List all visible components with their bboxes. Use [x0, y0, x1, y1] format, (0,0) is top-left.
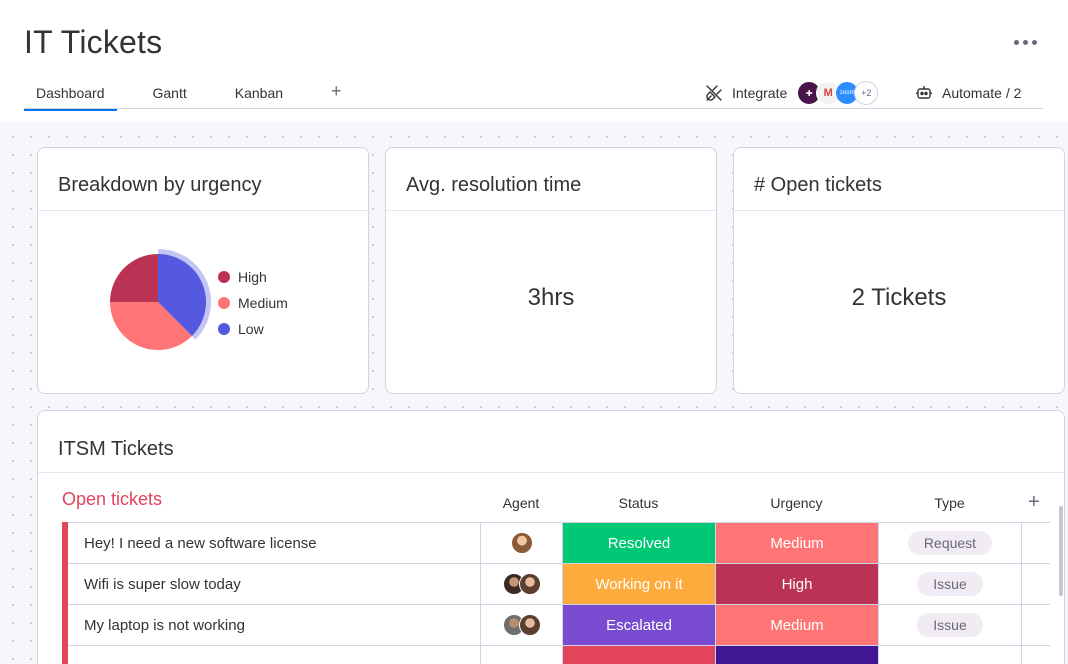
view-tabs: Dashboard Gantt Kanban + — [24, 78, 378, 111]
ticket-name[interactable]: Wifi is super slow today — [68, 564, 480, 604]
agent-cell[interactable] — [480, 523, 562, 563]
type-badge: Request — [907, 531, 993, 555]
integration-apps: ✚ M zoom +2 — [797, 81, 879, 105]
dot-icon — [1013, 39, 1019, 45]
robot-icon — [916, 86, 932, 99]
resolution-time-value: 3hrs — [527, 284, 575, 311]
legend-label: Low — [238, 321, 264, 337]
status-cell[interactable]: Escalated — [562, 605, 715, 645]
ticket-name[interactable]: My laptop is not working — [68, 605, 480, 645]
type-cell[interactable]: Issue — [878, 605, 1021, 645]
resolution-time-widget[interactable]: Avg. resolution time 3hrs — [385, 147, 717, 394]
avatar — [518, 614, 541, 636]
integrate-button[interactable]: Integrate ✚ M zoom +2 — [704, 80, 879, 106]
more-integrations-badge: +2 — [854, 81, 879, 105]
avatar — [510, 532, 533, 554]
legend-swatch — [218, 297, 230, 309]
urgency-pie-chart[interactable] — [98, 242, 218, 362]
urgency-cell[interactable]: Medium — [715, 523, 878, 563]
urgency-cell[interactable] — [715, 646, 878, 664]
widget-divider — [386, 210, 716, 211]
group-title[interactable]: Open tickets — [62, 489, 162, 510]
empty-cell — [1021, 523, 1050, 563]
type-badge: Issue — [917, 572, 983, 596]
widget-title: ITSM Tickets — [58, 438, 174, 460]
tab-gantt[interactable]: Gantt — [141, 78, 199, 110]
dot-icon — [1031, 39, 1037, 45]
ticket-name[interactable]: Hey! I need a new software license — [68, 523, 480, 563]
board-header: IT Tickets Dashboard Gantt Kanban + Inte… — [0, 0, 1068, 122]
more-options-button[interactable] — [1008, 30, 1042, 54]
dot-icon — [1022, 39, 1028, 45]
integrate-label: Integrate — [732, 85, 788, 101]
add-view-button[interactable]: + — [319, 78, 354, 111]
vertical-scrollbar[interactable] — [1059, 506, 1063, 596]
tab-dashboard[interactable]: Dashboard — [24, 78, 117, 111]
widget-divider — [38, 472, 1064, 473]
empty-cell — [1021, 646, 1050, 664]
widget-divider — [38, 210, 368, 211]
legend-item-medium[interactable]: Medium — [218, 290, 288, 316]
page-title: IT Tickets — [24, 24, 163, 60]
chart-legend: High Medium Low — [218, 264, 288, 342]
legend-item-high[interactable]: High — [218, 264, 288, 290]
widget-title: Breakdown by urgency — [58, 174, 262, 196]
agent-cell[interactable] — [480, 605, 562, 645]
status-cell[interactable]: Resolved — [562, 523, 715, 563]
type-cell[interactable] — [878, 646, 1021, 664]
tabs-divider — [24, 108, 1043, 109]
widget-divider — [734, 210, 1064, 211]
type-cell[interactable]: Issue — [878, 564, 1021, 604]
column-header-type[interactable]: Type — [878, 495, 1021, 511]
legend-swatch — [218, 271, 230, 283]
agent-cell[interactable] — [480, 564, 562, 604]
agent-cell[interactable] — [480, 646, 562, 664]
avatar — [518, 573, 541, 595]
table-row[interactable]: Wifi is super slow today Working on it H… — [62, 563, 1050, 605]
column-header-agent[interactable]: Agent — [480, 495, 562, 511]
open-tickets-widget[interactable]: # Open tickets 2 Tickets — [733, 147, 1065, 394]
table-row[interactable]: Hey! I need a new software license Resol… — [62, 522, 1050, 564]
empty-cell — [1021, 605, 1050, 645]
urgency-cell[interactable]: Medium — [715, 605, 878, 645]
legend-item-low[interactable]: Low — [218, 316, 288, 342]
widget-title: Avg. resolution time — [406, 174, 582, 196]
column-header-urgency[interactable]: Urgency — [715, 495, 878, 511]
open-tickets-value: 2 Tickets — [851, 284, 947, 311]
status-cell[interactable]: Working on it — [562, 564, 715, 604]
urgency-widget[interactable]: Breakdown by urgency High Medium Low — [37, 147, 369, 394]
type-badge: Issue — [917, 613, 983, 637]
automate-label: Automate / 2 — [942, 85, 1022, 101]
dashboard-canvas: Breakdown by urgency High Medium Low Avg. … — [0, 122, 1068, 664]
type-cell[interactable]: Request — [878, 523, 1021, 563]
urgency-cell[interactable]: High — [715, 564, 878, 604]
empty-cell — [1021, 564, 1050, 604]
widget-title: # Open tickets — [754, 174, 882, 196]
table-row[interactable]: My laptop is not working Escalated Mediu… — [62, 604, 1050, 646]
tickets-table-widget: ITSM Tickets Open tickets Agent Status U… — [37, 410, 1065, 664]
table-row[interactable] — [62, 645, 1050, 664]
automate-button[interactable]: Automate / 2 — [914, 80, 1021, 106]
ticket-name[interactable] — [68, 646, 480, 664]
column-header-status[interactable]: Status — [562, 495, 715, 511]
status-cell[interactable] — [562, 646, 715, 664]
legend-label: High — [238, 269, 267, 285]
add-column-button[interactable]: + — [1028, 491, 1042, 514]
legend-swatch — [218, 323, 230, 335]
pie-slice-high[interactable] — [110, 254, 158, 302]
tab-kanban[interactable]: Kanban — [223, 78, 295, 110]
legend-label: Medium — [238, 295, 288, 311]
plug-icon — [706, 85, 722, 101]
